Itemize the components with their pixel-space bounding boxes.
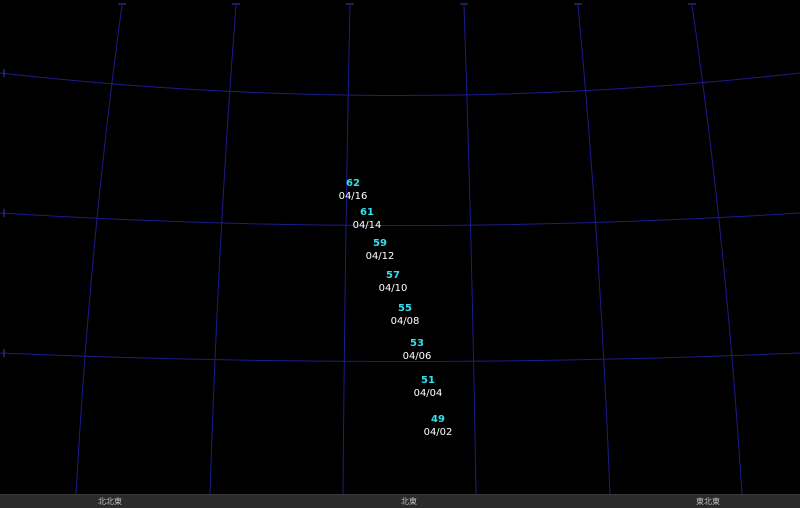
date-label: 04/04 [413, 388, 443, 399]
date-label: 04/12 [365, 251, 395, 262]
date-label: 04/10 [378, 283, 408, 294]
azimuth-line [342, 4, 351, 494]
track-point[interactable]: 61 04/14 [337, 206, 397, 232]
altitude-arc [0, 212, 800, 226]
date-label: 04/08 [390, 316, 420, 327]
date-label: 04/16 [338, 191, 368, 202]
date-label: 04/06 [402, 351, 432, 362]
altitude-label: 53 [410, 338, 424, 349]
altitude-label: 57 [386, 270, 400, 281]
altitude-label: 51 [421, 375, 435, 386]
date-label: 04/14 [352, 220, 382, 231]
direction-label-center: 北東 [401, 497, 417, 506]
azimuth-line [209, 4, 237, 494]
track-point[interactable]: 57 04/10 [363, 269, 423, 295]
track-point[interactable]: 53 04/06 [387, 337, 447, 363]
direction-label-left: 北北東 [98, 497, 122, 506]
track-point[interactable]: 51 04/04 [398, 374, 458, 400]
altitude-label: 62 [346, 178, 360, 189]
altitude-arc [0, 72, 800, 96]
date-label: 04/02 [423, 427, 453, 438]
altitude-label: 55 [398, 303, 412, 314]
sky-chart[interactable]: 62 04/16 61 04/14 59 04/12 57 04/10 55 0… [0, 0, 800, 494]
altitude-label: 61 [360, 207, 374, 218]
azimuth-line [75, 4, 123, 494]
direction-label-right: 東北東 [696, 497, 720, 506]
horizon-bar: 北北東 北東 東北東 [0, 494, 800, 508]
track-point[interactable]: 59 04/12 [350, 237, 410, 263]
azimuth-line [691, 4, 743, 494]
altitude-label: 59 [373, 238, 387, 249]
track-point[interactable]: 55 04/08 [375, 302, 435, 328]
azimuth-line [577, 4, 611, 494]
track-point[interactable]: 62 04/16 [323, 177, 383, 203]
altitude-label: 49 [431, 414, 445, 425]
track-point[interactable]: 49 04/02 [408, 413, 468, 439]
